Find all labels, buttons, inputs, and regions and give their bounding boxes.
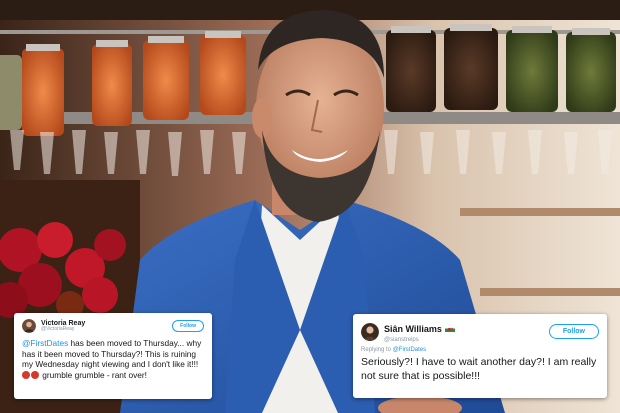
tweet-text: @FirstDates has been moved to Thursday..… bbox=[22, 338, 204, 380]
welsh-flag-icon bbox=[444, 325, 455, 332]
angry-face-emoji-icon bbox=[22, 370, 30, 379]
tweet-text: Seriously?! I have to wait another day?!… bbox=[361, 356, 597, 382]
tweet-author: Victoria Reay @VictoriaReay bbox=[41, 320, 172, 333]
tweet-card-sian[interactable]: Siân Williams @sianstreips Follow Replyi… bbox=[353, 314, 607, 398]
tweet-text-part-end: grumble grumble - rant over! bbox=[40, 369, 147, 380]
follow-button[interactable]: Follow bbox=[172, 320, 204, 332]
author-display-name[interactable]: Siân Williams bbox=[384, 324, 442, 334]
restaurant-photo-scene: Victoria Reay @VictoriaReay Follow @Firs… bbox=[0, 0, 620, 413]
author-handle[interactable]: @VictoriaReay bbox=[41, 326, 172, 332]
author-handle[interactable]: @sianstreips bbox=[384, 337, 549, 343]
reply-prefix: Replying to bbox=[361, 347, 393, 354]
follow-button[interactable]: Follow bbox=[548, 324, 599, 340]
avatar[interactable] bbox=[22, 319, 36, 333]
tweet-author: Siân Williams @sianstreips bbox=[384, 320, 549, 343]
tweet-card-victoria[interactable]: Victoria Reay @VictoriaReay Follow @Firs… bbox=[14, 313, 212, 399]
mention-link[interactable]: @FirstDates bbox=[22, 338, 68, 348]
tweet-header: Siân Williams @sianstreips Follow bbox=[361, 320, 599, 343]
tweet-header: Victoria Reay @VictoriaReay Follow bbox=[22, 319, 204, 333]
reply-mention-link[interactable]: @FirstDates bbox=[393, 347, 426, 353]
angry-face-emoji-icon bbox=[31, 370, 39, 379]
replying-to-line: Replying to @FirstDates bbox=[361, 347, 599, 353]
avatar[interactable] bbox=[361, 322, 379, 341]
